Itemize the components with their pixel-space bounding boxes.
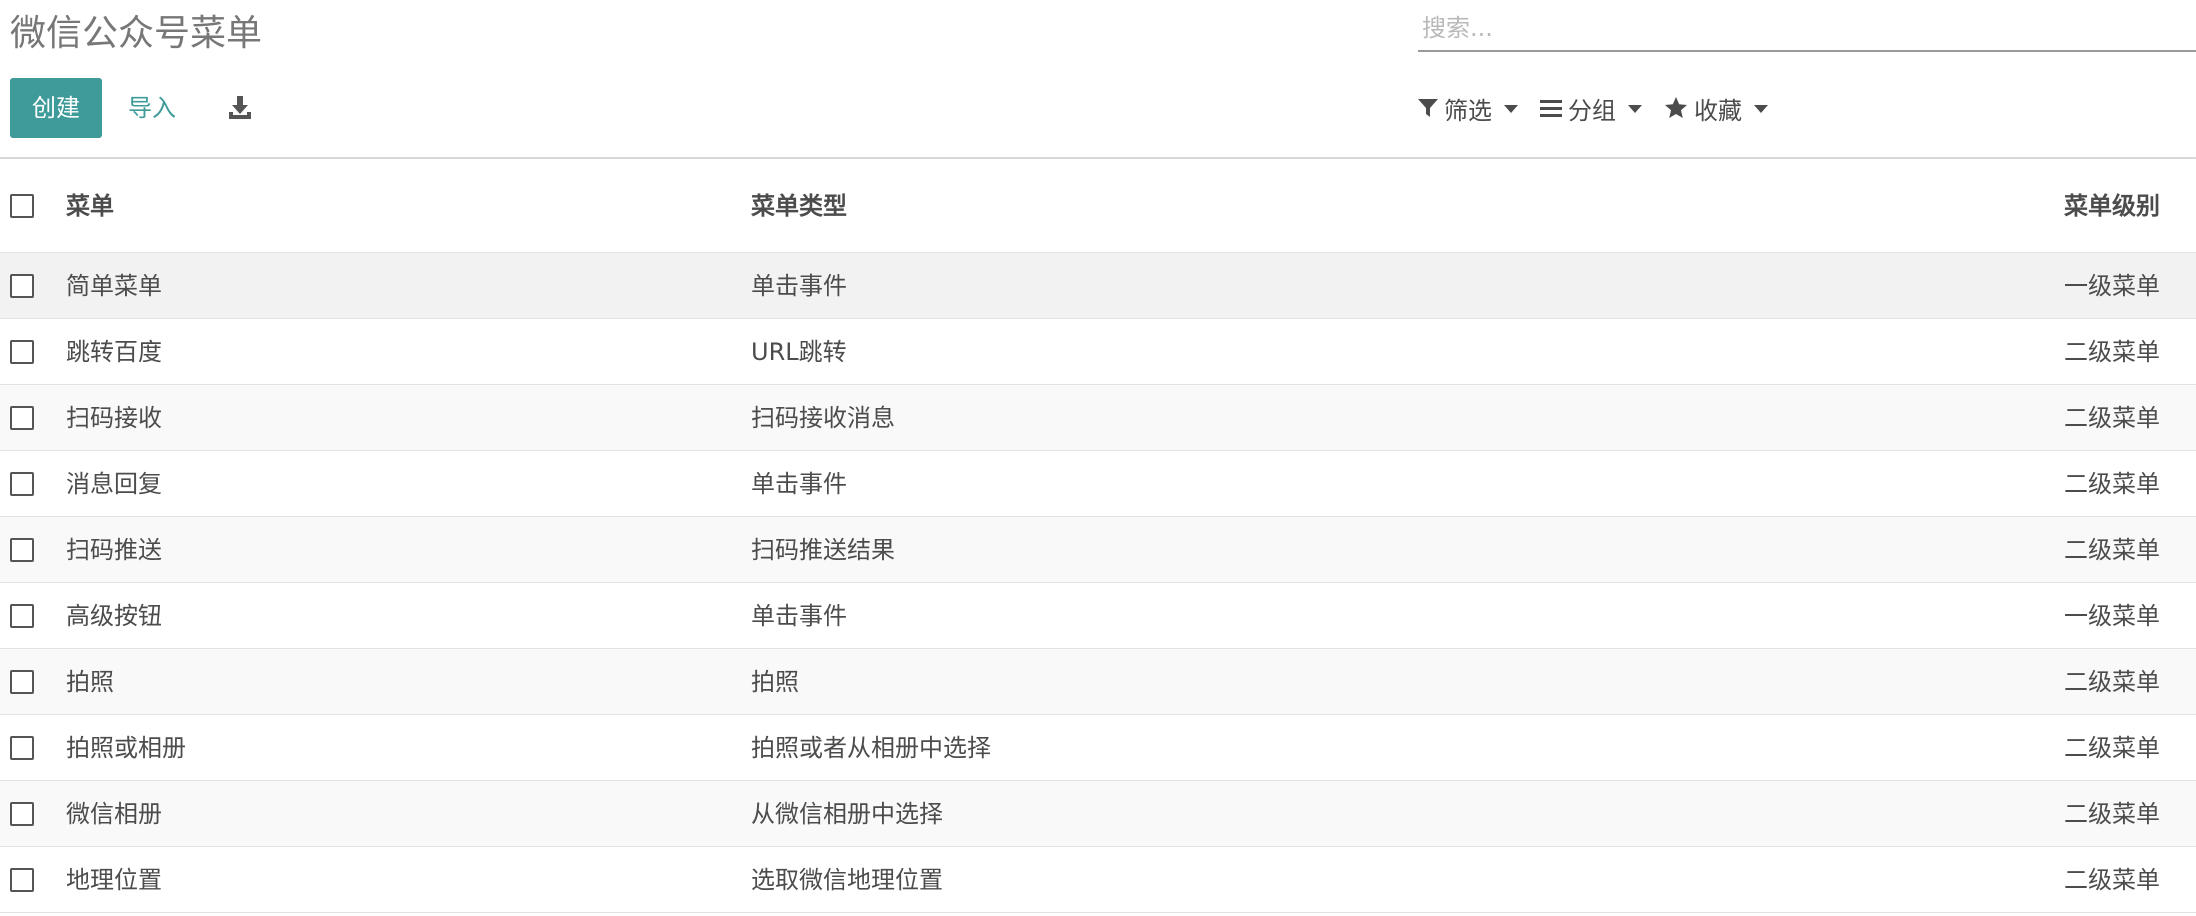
menu-list-table: 菜单 菜单类型 菜单级别 简单菜单 单击事件 一级菜单 跳转百度 URL跳转 二…	[0, 159, 2196, 913]
table-header: 菜单 菜单类型 菜单级别	[0, 159, 2196, 253]
column-header-type[interactable]: 菜单类型	[751, 159, 847, 253]
table-row[interactable]: 简单菜单 单击事件 一级菜单	[0, 253, 2196, 319]
select-all-checkbox[interactable]	[10, 194, 34, 218]
cell-level: 二级菜单	[2064, 338, 2160, 366]
list-icon	[1540, 98, 1562, 118]
group-dropdown[interactable]: 分组	[1540, 91, 1642, 126]
cell-type: 从微信相册中选择	[751, 800, 943, 828]
cell-level: 二级菜单	[2064, 800, 2160, 828]
table-row[interactable]: 微信相册 从微信相册中选择 二级菜单	[0, 781, 2196, 847]
create-button[interactable]: 创建	[10, 78, 102, 138]
cell-level: 一级菜单	[2064, 272, 2160, 300]
table-row[interactable]: 消息回复 单击事件 二级菜单	[0, 451, 2196, 517]
cell-type: 扫码接收消息	[751, 404, 895, 432]
search-input[interactable]	[1418, 8, 2196, 48]
filter-dropdown[interactable]: 筛选	[1418, 91, 1518, 126]
filter-label: 筛选	[1444, 96, 1492, 125]
table-row[interactable]: 拍照或相册 拍照或者从相册中选择 二级菜单	[0, 715, 2196, 781]
search-options: 筛选 分组 收藏	[1418, 88, 1790, 128]
table-row[interactable]: 拍照 拍照 二级菜单	[0, 649, 2196, 715]
row-checkbox[interactable]	[10, 670, 34, 694]
row-checkbox[interactable]	[10, 538, 34, 562]
page-title: 微信公众号菜单	[10, 13, 263, 54]
group-label: 分组	[1568, 96, 1616, 125]
filter-icon	[1418, 97, 1438, 119]
cell-level: 二级菜单	[2064, 404, 2160, 432]
cell-name: 扫码推送	[66, 536, 162, 564]
cell-level: 一级菜单	[2064, 602, 2160, 630]
favorite-label: 收藏	[1694, 96, 1742, 125]
cell-type: 扫码推送结果	[751, 536, 895, 564]
cell-type: URL跳转	[751, 338, 847, 366]
chevron-down-icon	[1504, 105, 1518, 113]
cell-type: 单击事件	[751, 470, 847, 498]
import-button[interactable]: 导入	[128, 78, 176, 138]
chevron-down-icon	[1628, 105, 1642, 113]
table-row[interactable]: 扫码接收 扫码接收消息 二级菜单	[0, 385, 2196, 451]
row-checkbox[interactable]	[10, 802, 34, 826]
cell-level: 二级菜单	[2064, 668, 2160, 696]
cell-type: 单击事件	[751, 602, 847, 630]
row-checkbox[interactable]	[10, 736, 34, 760]
cell-name: 简单菜单	[66, 272, 162, 300]
table-row[interactable]: 扫码推送 扫码推送结果 二级菜单	[0, 517, 2196, 583]
star-icon	[1664, 96, 1688, 120]
column-header-name[interactable]: 菜单	[66, 159, 114, 253]
row-checkbox[interactable]	[10, 340, 34, 364]
cell-type: 拍照	[751, 668, 799, 696]
row-checkbox[interactable]	[10, 472, 34, 496]
column-header-level[interactable]: 菜单级别	[2064, 159, 2160, 253]
chevron-down-icon	[1754, 105, 1768, 113]
download-icon[interactable]	[224, 92, 256, 124]
cell-name: 微信相册	[66, 800, 162, 828]
table-row[interactable]: 高级按钮 单击事件 一级菜单	[0, 583, 2196, 649]
cell-level: 二级菜单	[2064, 734, 2160, 762]
cell-name: 拍照或相册	[66, 734, 186, 762]
table-row[interactable]: 跳转百度 URL跳转 二级菜单	[0, 319, 2196, 385]
cell-name: 地理位置	[66, 866, 162, 894]
cell-type: 单击事件	[751, 272, 847, 300]
control-panel: 微信公众号菜单 创建 导入 筛选	[0, 0, 2196, 159]
cell-name: 消息回复	[66, 470, 162, 498]
row-checkbox[interactable]	[10, 868, 34, 892]
cell-type: 选取微信地理位置	[751, 866, 943, 894]
cell-name: 跳转百度	[66, 338, 162, 366]
row-checkbox[interactable]	[10, 406, 34, 430]
cell-name: 高级按钮	[66, 602, 162, 630]
row-checkbox[interactable]	[10, 274, 34, 298]
cell-name: 扫码接收	[66, 404, 162, 432]
cell-level: 二级菜单	[2064, 536, 2160, 564]
search-box	[1418, 8, 2196, 52]
row-checkbox[interactable]	[10, 604, 34, 628]
favorite-dropdown[interactable]: 收藏	[1664, 91, 1768, 126]
cell-type: 拍照或者从相册中选择	[751, 734, 991, 762]
cell-level: 二级菜单	[2064, 866, 2160, 894]
cell-name: 拍照	[66, 668, 114, 696]
cell-level: 二级菜单	[2064, 470, 2160, 498]
table-row[interactable]: 地理位置 选取微信地理位置 二级菜单	[0, 847, 2196, 913]
